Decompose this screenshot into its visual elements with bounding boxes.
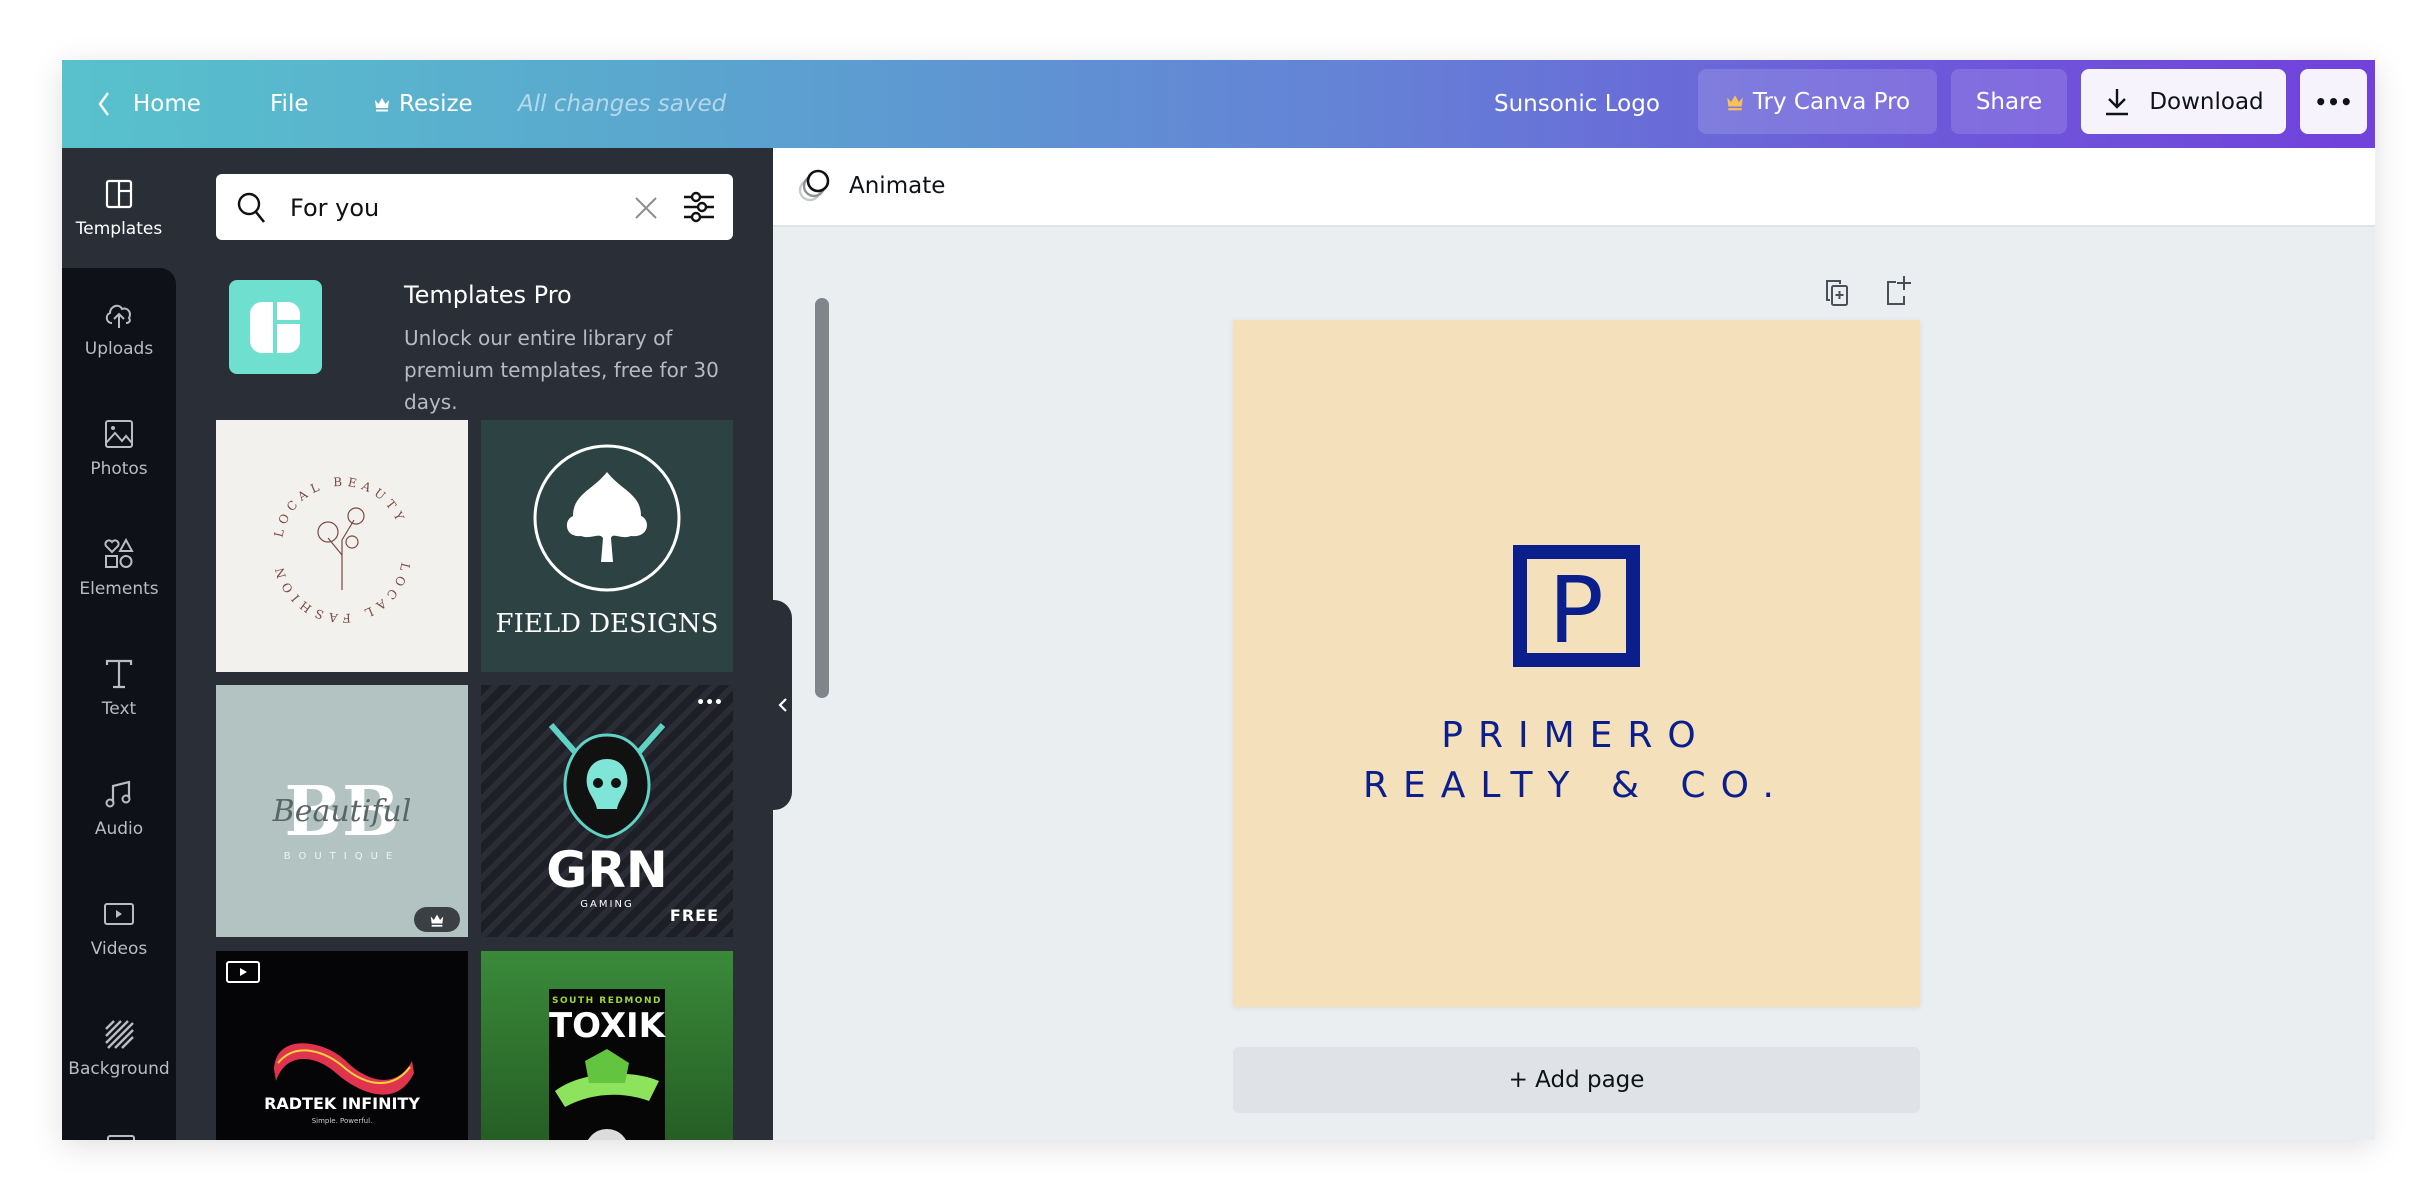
more-options-button[interactable]: ••• [2300,69,2367,134]
templates-panel: Templates Pro Unlock our entire library … [176,148,829,1140]
sidebar-item-elements[interactable]: Elements [62,508,176,628]
chevron-left-icon [777,698,787,712]
home-label: Home [133,91,201,117]
text-icon [105,659,133,689]
cloud-upload-icon [105,304,131,328]
template-preview-field-designs: FIELD DESIGNS [496,444,719,639]
template-preview-toxik: SOUTH REDMOND TOXIK [549,989,667,1140]
template-more-options[interactable]: ••• [696,695,723,711]
template-tile[interactable]: SOUTH REDMOND TOXIK [481,951,733,1140]
templates-pro-icon [229,280,322,374]
sidebar-label: Audio [94,819,144,839]
svg-text:SOUTH REDMOND: SOUTH REDMOND [552,996,662,1006]
sidebar-item-templates[interactable]: Templates [62,148,176,268]
promo-description: Unlock our entire library of premium tem… [404,326,719,414]
svg-text:GAMING: GAMING [580,899,633,910]
top-header: Home File Resize All changes saved Sunso… [62,60,2375,148]
file-menu-button[interactable]: File [270,60,309,148]
shapes-icon [104,537,134,568]
canva-editor-window: Home File Resize All changes saved Sunso… [62,60,2375,1140]
add-page-button[interactable]: + Add page [1233,1047,1920,1113]
sidebar-label: Background [68,1059,170,1079]
sidebar-item-uploads[interactable]: Uploads [62,268,176,388]
share-button[interactable]: Share [1951,69,2067,134]
pro-badge [414,907,460,932]
template-tile[interactable]: BB Beautiful BOUTIQUE [216,685,468,937]
templates-icon [105,179,133,209]
sidebar-item-text[interactable]: Text [62,628,176,748]
design-title[interactable]: Sunsonic Logo [1494,60,1660,148]
left-sidebar: Templates Uploads Photos Elements Text A… [62,148,176,1140]
animate-icon [798,169,830,202]
design-canvas[interactable]: P PRIMERO REALTY & CO. [1233,320,1920,1007]
template-preview-beautiful-boutique: BB Beautiful BOUTIQUE [272,772,412,862]
chevron-left-icon [98,92,109,116]
sidebar-item-videos[interactable]: Videos [62,868,176,988]
sidebar-label: Templates [75,219,163,239]
animate-button[interactable]: Animate [797,168,945,204]
template-preview-grn-gaming: GRN GAMING [546,723,668,910]
svg-text:LOCAL BEAUTY: LOCAL BEAUTY [272,475,409,539]
sidebar-label: Uploads [84,339,154,359]
sidebar-label: Photos [90,459,148,479]
more-apps-icon[interactable] [107,1135,135,1140]
try-canva-pro-button[interactable]: Try Canva Pro [1698,69,1937,134]
primero-realty-logo: P PRIMERO REALTY & CO. [1363,545,1789,806]
template-search-box [216,174,733,242]
svg-text:RADTEK INFINITY: RADTEK INFINITY [264,1094,420,1113]
free-badge: FREE [669,906,719,925]
template-preview-local-beauty: LOCAL BEAUTY LOCAL FASHION [271,475,412,625]
filter-sliders-icon[interactable] [682,190,716,224]
crown-icon [430,914,444,927]
image-icon [105,420,133,448]
video-icon [104,903,134,925]
svg-text:FIELD DESIGNS: FIELD DESIGNS [496,609,719,639]
download-label: Download [2149,88,2264,115]
crown-icon [1727,94,1743,110]
clear-search-icon[interactable] [634,196,658,220]
search-input[interactable] [288,174,632,242]
search-icon [237,192,266,223]
sidebar-label: Videos [90,939,148,959]
download-button[interactable]: Download [2081,69,2286,134]
monogram-letter: P [1548,557,1603,664]
resize-label: Resize [399,91,473,117]
share-label: Share [1975,88,2043,115]
sidebar-item-photos[interactable]: Photos [62,388,176,508]
video-badge-icon [226,961,260,983]
add-page-icon[interactable] [1884,274,1912,306]
template-tile[interactable]: RADTEK INFINITY Simple. Powerful. [216,951,468,1140]
crown-icon [375,98,389,112]
sidebar-item-audio[interactable]: Audio [62,748,176,868]
duplicate-page-icon[interactable] [1824,278,1852,308]
collapse-panel-button[interactable] [773,600,792,810]
try-canva-pro-label: Try Canva Pro [1752,88,1911,115]
save-status: All changes saved [518,91,727,117]
template-tile[interactable]: GRN GAMING ••• FREE [481,685,733,937]
company-name-line1[interactable]: PRIMERO [1441,715,1711,756]
template-tile[interactable]: FIELD DESIGNS [481,420,733,672]
svg-text:TOXIK: TOXIK [549,1006,667,1046]
background-pattern-icon [105,1020,134,1049]
editor-toolbar: Animate [773,148,2375,227]
animate-label: Animate [849,173,946,199]
sidebar-label: Text [101,699,137,719]
sidebar-item-background[interactable]: Background [62,988,176,1108]
more-icon: ••• [2314,89,2353,114]
svg-text:Beautiful: Beautiful [272,794,412,829]
sidebar-label: Elements [79,579,159,599]
resize-button[interactable]: Resize [373,60,473,148]
download-icon [2106,88,2129,115]
panel-scrollbar[interactable] [815,298,829,698]
svg-text:Simple. Powerful.: Simple. Powerful. [312,1117,373,1125]
promo-title: Templates Pro [404,281,572,309]
svg-text:BOUTIQUE: BOUTIQUE [284,851,400,862]
music-note-icon [105,780,131,808]
file-label: File [270,91,309,117]
template-tile[interactable]: LOCAL BEAUTY LOCAL FASHION [216,420,468,672]
svg-text:GRN: GRN [546,841,667,899]
home-button[interactable]: Home [96,60,201,148]
company-name-line2[interactable]: REALTY & CO. [1363,765,1789,806]
